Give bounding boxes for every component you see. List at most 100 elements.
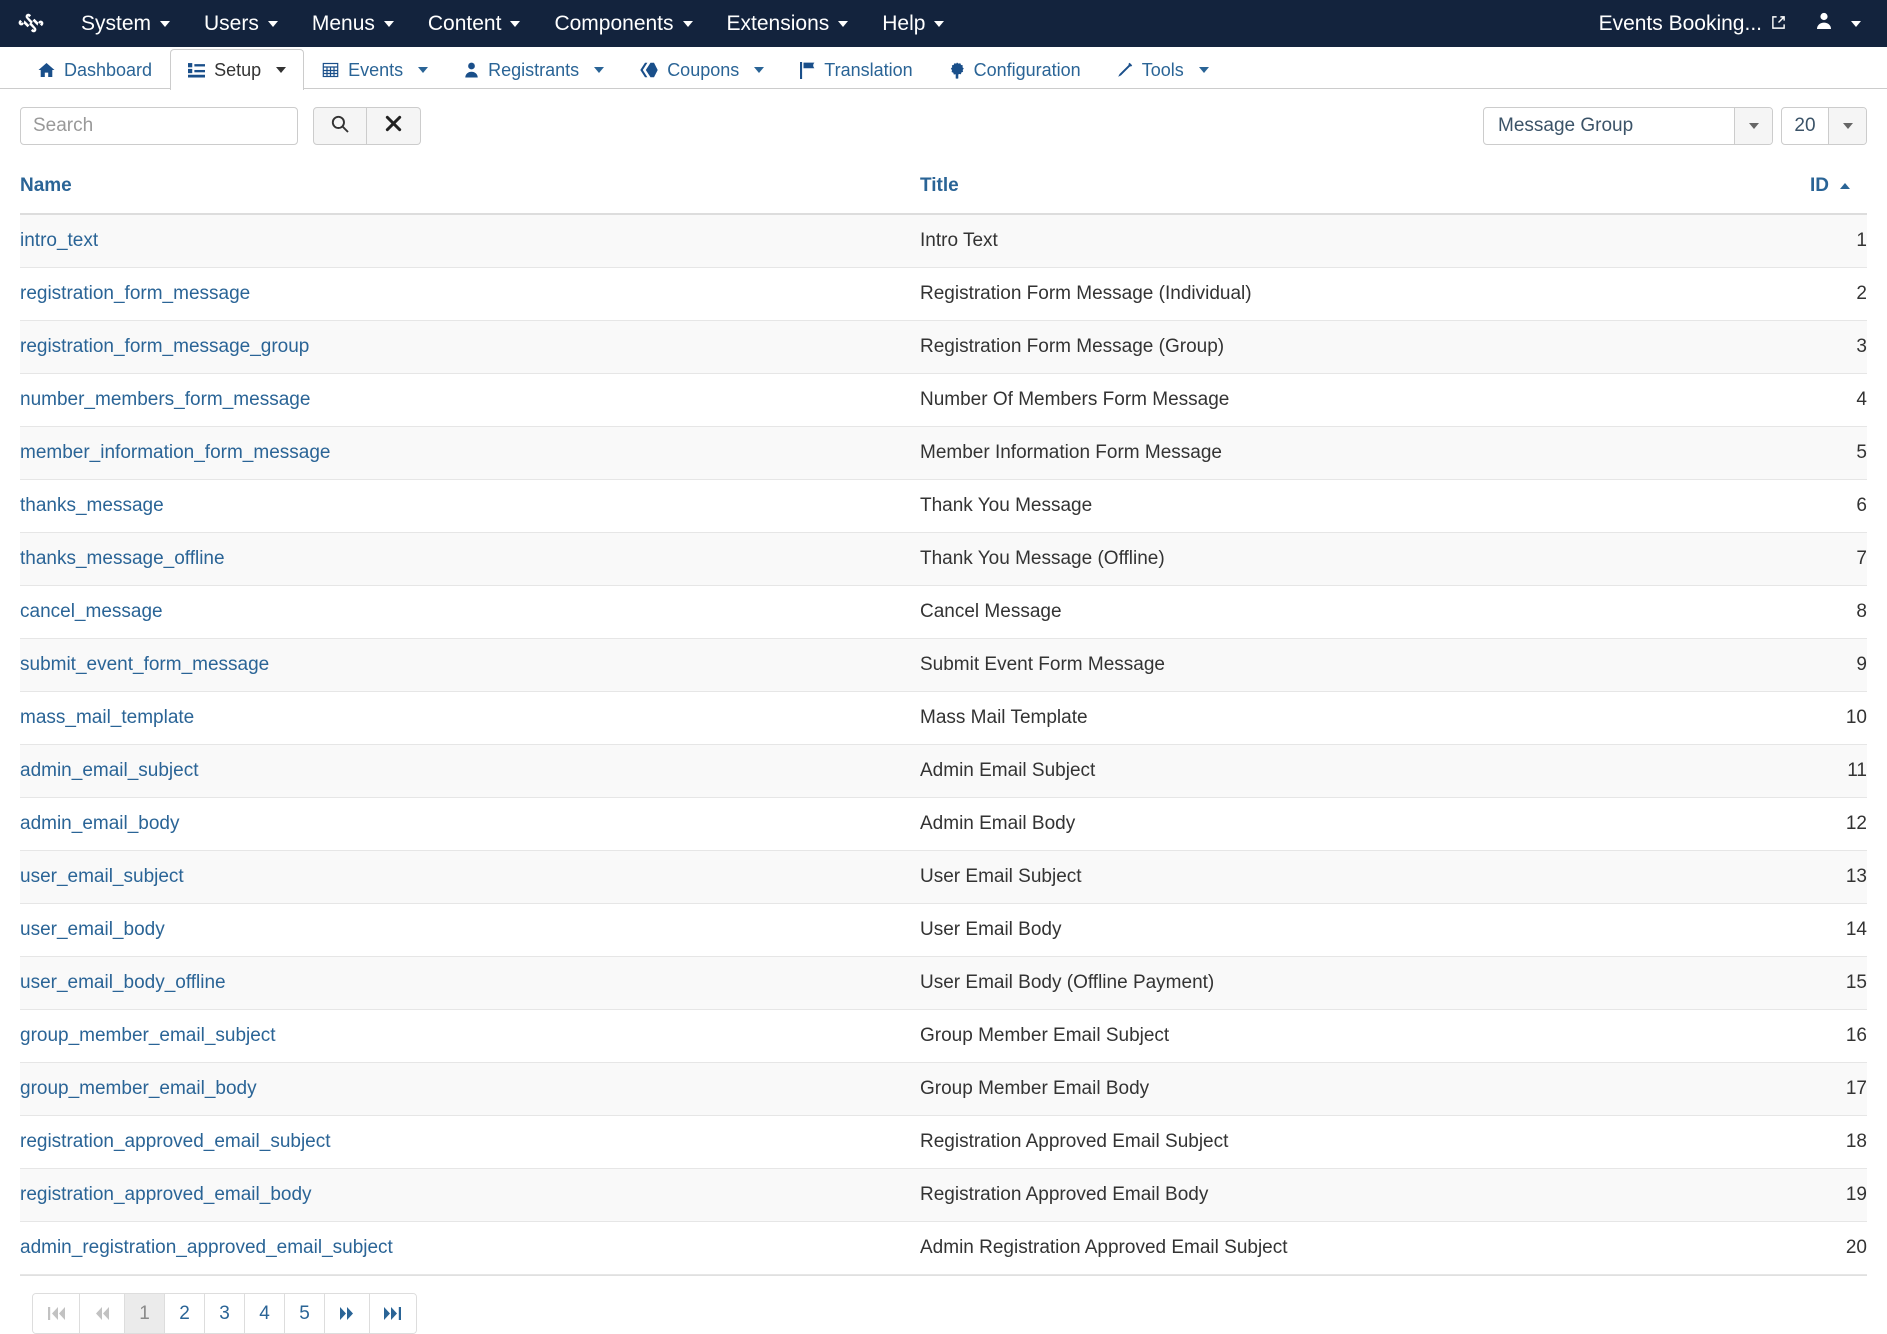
joomla-logo-icon[interactable] bbox=[10, 4, 50, 44]
message-name-link[interactable]: thanks_message_offline bbox=[20, 548, 225, 569]
chevron-down-icon bbox=[682, 20, 693, 27]
message-name-link[interactable]: cancel_message bbox=[20, 601, 163, 622]
table-cell-id: 12 bbox=[1845, 813, 1867, 834]
subnav-item-setup[interactable]: Setup bbox=[170, 49, 305, 90]
menu-users[interactable]: Users bbox=[187, 0, 295, 47]
message-name-link[interactable]: group_member_email_body bbox=[20, 1078, 257, 1099]
prev-page-icon bbox=[93, 1306, 111, 1321]
message-name-link[interactable]: admin_email_subject bbox=[20, 760, 199, 781]
table-cell-title: Member Information Form Message bbox=[920, 442, 1222, 463]
subnav-item-translation[interactable]: Translation bbox=[782, 49, 930, 90]
user-menu-button[interactable] bbox=[1800, 0, 1873, 47]
chevron-down-icon bbox=[1198, 67, 1209, 73]
message-name-link[interactable]: registration_form_message bbox=[20, 283, 250, 304]
chevron-down-icon bbox=[754, 67, 765, 73]
message-name-link[interactable]: admin_registration_approved_email_subjec… bbox=[20, 1237, 393, 1258]
table-cell-title: User Email Body (Offline Payment) bbox=[920, 972, 1215, 993]
table-cell-title: Registration Approved Email Subject bbox=[920, 1131, 1229, 1152]
subnav-item-events-label: Events bbox=[348, 59, 404, 80]
message-name-link[interactable]: mass_mail_template bbox=[20, 707, 194, 728]
table-cell-id: 14 bbox=[1845, 919, 1867, 940]
chevron-down-icon bbox=[418, 67, 429, 73]
menu-system-label: System bbox=[81, 11, 152, 35]
menu-extensions[interactable]: Extensions bbox=[710, 0, 866, 47]
pagination-page-4[interactable]: 4 bbox=[245, 1294, 285, 1333]
table-cell-name: group_member_email_subject bbox=[20, 1010, 920, 1063]
admin-top-bar: System Users Menus Content Components Ex… bbox=[0, 0, 1887, 47]
subnav-item-events[interactable]: Events bbox=[304, 49, 446, 90]
column-header-name-label: Name bbox=[20, 175, 72, 196]
message-group-select-arrow[interactable] bbox=[1734, 108, 1772, 144]
subnav-item-translation-label: Translation bbox=[824, 59, 913, 80]
admin-bar-right: Events Booking... bbox=[1585, 0, 1873, 47]
column-header-id[interactable]: ID bbox=[1810, 167, 1867, 215]
table-cell-title: Group Member Email Subject bbox=[920, 1025, 1170, 1046]
message-name-link[interactable]: admin_email_body bbox=[20, 813, 180, 834]
menu-components[interactable]: Components bbox=[537, 0, 709, 47]
pagination-first-button bbox=[33, 1294, 80, 1333]
table-cell-name: thanks_message_offline bbox=[20, 533, 920, 586]
table-cell-id: 6 bbox=[1856, 495, 1867, 516]
chevron-down-icon bbox=[594, 67, 605, 73]
table-cell-name: registration_approved_email_body bbox=[20, 1169, 920, 1222]
table-cell-title: Registration Form Message (Individual) bbox=[920, 283, 1252, 304]
table-cell-title: User Email Body bbox=[920, 919, 1062, 940]
chevron-down-icon bbox=[383, 20, 394, 27]
table-cell-id: 7 bbox=[1856, 548, 1867, 569]
pagination-next-button[interactable] bbox=[325, 1294, 370, 1333]
table-row: registration_form_message_group Registrat… bbox=[20, 320, 1867, 374]
table-cell-name: submit_event_form_message bbox=[20, 639, 920, 692]
menu-system[interactable]: System bbox=[64, 0, 187, 47]
menu-menus-label: Menus bbox=[311, 11, 375, 35]
subnav-item-registrants[interactable]: Registrants bbox=[446, 49, 622, 90]
chevron-down-icon bbox=[510, 20, 521, 27]
message-name-link[interactable]: number_members_form_message bbox=[20, 389, 310, 410]
subnav-item-coupons[interactable]: Coupons bbox=[622, 49, 782, 90]
message-name-link[interactable]: member_information_form_message bbox=[20, 442, 330, 463]
column-header-title[interactable]: Title bbox=[920, 167, 1810, 215]
table-cell-title: Number Of Members Form Message bbox=[920, 389, 1230, 410]
list-limit-select-arrow[interactable] bbox=[1828, 108, 1866, 144]
message-name-link[interactable]: registration_approved_email_subject bbox=[20, 1131, 331, 1152]
message-name-link[interactable]: registration_form_message_group bbox=[20, 336, 309, 357]
menu-help-label: Help bbox=[882, 11, 926, 35]
list-toolbar: Message Group 20 bbox=[20, 107, 1867, 147]
table-cell-name: member_information_form_message bbox=[20, 427, 920, 480]
search-button[interactable] bbox=[313, 107, 367, 145]
pagination: 12345 bbox=[32, 1293, 417, 1334]
column-header-name[interactable]: Name bbox=[20, 167, 920, 215]
table-cell-name: admin_email_body bbox=[20, 798, 920, 851]
pagination-last-button[interactable] bbox=[370, 1294, 416, 1333]
view-site-link[interactable]: Events Booking... bbox=[1585, 0, 1800, 47]
search-input[interactable] bbox=[20, 107, 298, 145]
list-limit-select[interactable]: 20 bbox=[1781, 107, 1867, 145]
message-name-link[interactable]: group_member_email_subject bbox=[20, 1025, 276, 1046]
message-name-link[interactable]: user_email_subject bbox=[20, 866, 184, 887]
menu-content[interactable]: Content bbox=[411, 0, 538, 47]
table-cell-id: 2 bbox=[1856, 283, 1867, 304]
clear-search-button[interactable] bbox=[367, 107, 421, 145]
pagination-bar: 12345 bbox=[20, 1275, 1867, 1334]
message-name-link[interactable]: user_email_body_offline bbox=[20, 972, 226, 993]
message-name-link[interactable]: registration_approved_email_body bbox=[20, 1184, 312, 1205]
table-cell-name: user_email_body bbox=[20, 904, 920, 957]
message-name-link[interactable]: thanks_message bbox=[20, 495, 164, 516]
table-row: intro_text Intro Text 1 bbox=[20, 214, 1867, 268]
pagination-page-2[interactable]: 2 bbox=[165, 1294, 205, 1333]
table-cell-name: intro_text bbox=[20, 214, 920, 268]
table-header-row: Name Title ID bbox=[20, 167, 1867, 215]
subnav-item-dashboard[interactable]: Dashboard bbox=[20, 49, 170, 90]
table-row: admin_email_subject Admin Email Subject 11 bbox=[20, 744, 1867, 798]
pagination-page-3[interactable]: 3 bbox=[205, 1294, 245, 1333]
menu-menus[interactable]: Menus bbox=[295, 0, 411, 47]
message-group-select[interactable]: Message Group bbox=[1483, 107, 1773, 145]
message-name-link[interactable]: intro_text bbox=[20, 230, 98, 251]
pagination-page-5[interactable]: 5 bbox=[285, 1294, 325, 1333]
subnav-item-tools[interactable]: Tools bbox=[1099, 49, 1227, 90]
menu-help[interactable]: Help bbox=[865, 0, 961, 47]
message-name-link[interactable]: user_email_body bbox=[20, 919, 165, 940]
site-link-label: Events Booking... bbox=[1598, 11, 1762, 35]
subnav-item-configuration[interactable]: Configuration bbox=[931, 49, 1099, 90]
message-name-link[interactable]: submit_event_form_message bbox=[20, 654, 269, 675]
table-row: thanks_message Thank You Message 6 bbox=[20, 480, 1867, 533]
